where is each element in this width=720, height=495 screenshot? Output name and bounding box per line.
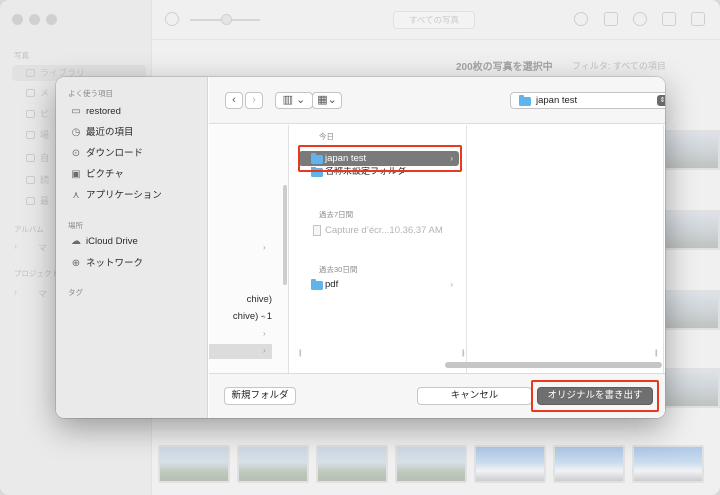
locations-header: 場所	[68, 221, 83, 230]
chevron-right-icon: ›	[263, 329, 266, 338]
folder-icon	[311, 279, 323, 290]
parent-column: › chive) › chive) - 1 › › ›	[209, 125, 289, 373]
new-folder-button[interactable]: 新規フォルダ	[224, 387, 296, 405]
sidebar-item-network[interactable]: ⊕ ネットワーク	[70, 256, 143, 272]
cloud-icon: ☁	[71, 236, 81, 247]
network-icon: ⊕	[71, 258, 81, 269]
contents-column	[468, 125, 664, 373]
favorites-header: よく使う項目	[68, 89, 113, 98]
sidebar-item-restored[interactable]: ▭ restored	[70, 104, 121, 120]
dialog-toolbar: ‹ › ▥ ⌄ ▦⌄ japan test ⇕ 検索	[209, 77, 665, 124]
group-button[interactable]: ▦⌄	[312, 92, 342, 109]
location-popup[interactable]: japan test ⇕	[510, 92, 665, 109]
sidebar-item-recents[interactable]: ◷ 最近の項目	[70, 125, 134, 141]
chevron-right-icon: ›	[263, 346, 266, 355]
view-mode-button[interactable]: ▥ ⌄	[275, 92, 313, 109]
export-save-dialog: よく使う項目 ▭ restored ◷ 最近の項目 ⊙ ダウンロード ▣ ピクチ…	[56, 77, 665, 418]
chevron-right-icon: ›	[263, 243, 266, 252]
chevron-right-icon: ›	[450, 280, 453, 289]
chevron-right-icon: ›	[263, 312, 266, 321]
dialog-sidebar: よく使う項目 ▭ restored ◷ 最近の項目 ⊙ ダウンロード ▣ ピクチ…	[56, 77, 208, 418]
back-button[interactable]: ‹	[225, 92, 243, 109]
folder-column: 今日 japan test › 名称未設定フォルダ 過去7日間 Capture …	[291, 125, 467, 373]
clock-icon: ◷	[71, 127, 81, 138]
dialog-button-bar: 新規フォルダ キャンセル オリジナルを書き出す	[209, 373, 665, 418]
download-icon: ⊙	[71, 148, 81, 159]
sidebar-item-pictures[interactable]: ▣ ピクチャ	[70, 167, 124, 183]
forward-button[interactable]: ›	[245, 92, 263, 109]
folder-icon	[519, 95, 531, 106]
column-resize-handle[interactable]: ||	[299, 350, 301, 357]
column-resize-handle[interactable]: ||	[462, 350, 464, 357]
cancel-button[interactable]: キャンセル	[417, 387, 532, 405]
sidebar-item-applications[interactable]: ⋏ アプリケーション	[70, 188, 161, 204]
pictures-icon: ▣	[71, 169, 81, 180]
vertical-scrollbar[interactable]	[283, 185, 287, 285]
file-icon	[313, 225, 321, 236]
columns-view-icon: ▥ ⌄	[282, 94, 306, 106]
tags-header: タグ	[68, 288, 83, 297]
horizontal-scrollbar[interactable]	[445, 362, 662, 368]
highlight-box	[531, 380, 659, 412]
list-item-screenshot[interactable]: Capture d’écr...10.36.37 AM	[299, 223, 459, 238]
folder-icon: ▭	[71, 106, 81, 117]
list-item-pdf[interactable]: pdf ›	[299, 277, 459, 292]
section-today: 今日	[319, 132, 334, 141]
chevron-right-icon: ›	[263, 295, 266, 304]
section-past-7-days: 過去7日間	[319, 210, 354, 219]
sidebar-item-icloud-drive[interactable]: ☁ iCloud Drive	[70, 234, 138, 250]
section-past-30-days: 過去30日間	[319, 265, 358, 274]
column-browser: › chive) › chive) - 1 › › › 今日 japan tes…	[209, 125, 665, 373]
column-resize-handle[interactable]: ||	[655, 350, 657, 357]
sidebar-item-downloads[interactable]: ⊙ ダウンロード	[70, 146, 143, 162]
grid-view-icon: ▦⌄	[317, 94, 337, 106]
highlight-box	[298, 145, 462, 172]
popup-arrows-icon: ⇕	[657, 95, 665, 106]
applications-icon: ⋏	[72, 190, 80, 201]
